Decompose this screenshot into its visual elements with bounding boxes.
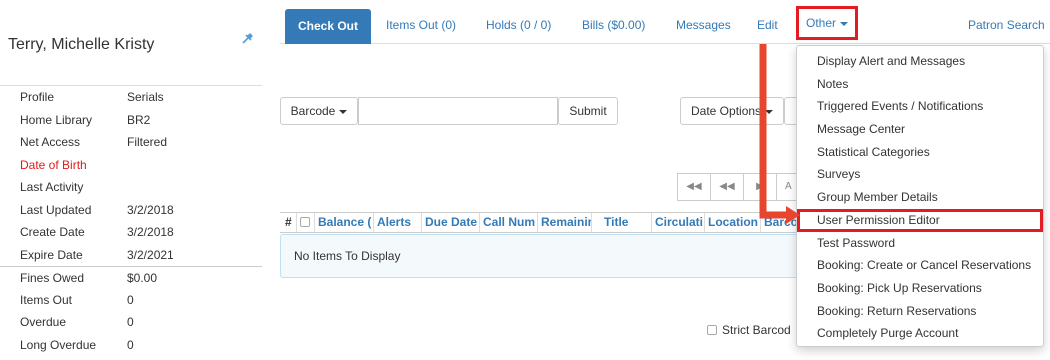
date-options-label: Date Options	[691, 104, 762, 118]
summary-value: $0.00	[127, 271, 158, 285]
next-page-icon[interactable]: ▶	[743, 173, 777, 201]
summary-row-last-activity: Last Activity	[0, 176, 262, 199]
submit-button[interactable]: Submit	[558, 97, 618, 125]
tab-patron-search[interactable]: Patron Search	[968, 9, 1045, 41]
summary-row-create-date: Create Date 3/2/2018	[0, 221, 262, 244]
chevron-down-icon	[840, 21, 849, 26]
chevron-down-icon	[339, 109, 348, 114]
menu-item-notes[interactable]: Notes	[797, 73, 1043, 96]
menu-item-booking-return[interactable]: Booking: Return Reservations	[797, 300, 1043, 323]
summary-label: Profile	[20, 90, 55, 104]
summary-value: Filtered	[127, 135, 168, 149]
summary-value: 3/2/2021	[127, 247, 174, 262]
column-remaining[interactable]: Remainir	[537, 213, 591, 232]
menu-item-test-password[interactable]: Test Password	[797, 232, 1043, 255]
column-circulation[interactable]: Circulati	[651, 213, 704, 232]
summary-value: 0	[127, 292, 134, 307]
summary-label: Items Out	[20, 292, 73, 307]
summary-value: 3/2/2018	[127, 202, 174, 217]
menu-item-booking-create[interactable]: Booking: Create or Cancel Reservations	[797, 254, 1043, 277]
menu-item-statistical-categories[interactable]: Statistical Categories	[797, 141, 1043, 164]
strict-barcode-option[interactable]: Strict Barcod	[707, 323, 791, 337]
chevron-down-icon	[765, 109, 774, 114]
summary-row-home-library: Home Library BR2	[0, 109, 262, 132]
summary-row-profile: Profile Serials	[0, 86, 262, 109]
menu-item-surveys[interactable]: Surveys	[797, 163, 1043, 186]
summary-value: 0	[127, 315, 134, 329]
menu-item-user-permission-editor[interactable]: User Permission Editor	[797, 208, 1043, 232]
summary-row-fines-owed: Fines Owed $0.00	[0, 266, 262, 289]
column-due-date[interactable]: Due Date	[421, 213, 479, 232]
summary-value: 3/2/2018	[127, 225, 174, 239]
previous-page-icon[interactable]: ◀◀	[710, 173, 744, 201]
select-all-checkbox[interactable]	[300, 217, 310, 227]
column-index: #	[285, 215, 292, 229]
column-balance[interactable]: Balance (	[314, 213, 373, 232]
summary-row-last-updated: Last Updated 3/2/2018	[0, 199, 262, 222]
empty-grid-message: No Items To Display	[280, 234, 820, 278]
tab-edit[interactable]: Edit	[757, 9, 778, 41]
tab-items-out[interactable]: Items Out (0)	[386, 9, 456, 41]
menu-item-group-member-details[interactable]: Group Member Details	[797, 186, 1043, 209]
summary-value: Serials	[127, 90, 164, 104]
column-select-all[interactable]	[296, 213, 314, 232]
menu-item-booking-pickup[interactable]: Booking: Pick Up Reservations	[797, 277, 1043, 300]
pin-icon[interactable]	[240, 30, 256, 46]
summary-value: BR2	[127, 112, 151, 127]
summary-value: 0	[127, 337, 134, 352]
menu-item-message-center[interactable]: Message Center	[797, 118, 1043, 141]
items-grid-header: # Balance ( Alerts Due Date Call Num Rem…	[280, 212, 820, 233]
empty-grid-text: No Items To Display	[294, 249, 401, 263]
patron-summary: Profile Serials Home Library BR2 Net Acces…	[0, 85, 262, 356]
summary-row-expire-date: Expire Date 3/2/2021	[0, 244, 262, 267]
summary-label: Long Overdue	[20, 337, 97, 352]
column-location[interactable]: Location	[704, 213, 760, 232]
column-call-number[interactable]: Call Num	[479, 213, 537, 232]
patron-nav-tabs: Check Out Items Out (0) Holds (0 / 0) Bi…	[280, 0, 1050, 44]
column-alerts[interactable]: Alerts	[373, 213, 421, 232]
tab-check-out[interactable]: Check Out	[285, 9, 371, 44]
barcode-input[interactable]	[358, 97, 558, 125]
summary-row-date-of-birth: Date of Birth	[0, 154, 262, 177]
tab-bills[interactable]: Bills ($0.00)	[582, 9, 645, 41]
strict-barcode-label: Strict Barcod	[722, 323, 791, 337]
barcode-type-label: Barcode	[290, 104, 336, 118]
summary-label: Date of Birth	[20, 157, 87, 172]
summary-label: Overdue	[20, 315, 67, 329]
menu-item-display-alert[interactable]: Display Alert and Messages	[797, 50, 1043, 73]
menu-item-triggered-events[interactable]: Triggered Events / Notifications	[797, 95, 1043, 118]
summary-row-net-access: Net Access Filtered	[0, 131, 262, 154]
summary-label: Expire Date	[20, 247, 83, 262]
tab-other[interactable]: Other	[796, 6, 859, 40]
menu-item-purge-account[interactable]: Completely Purge Account	[797, 322, 1043, 345]
other-dropdown-menu: Display Alert and Messages Notes Trigger…	[796, 45, 1044, 347]
tab-other-label: Other	[806, 16, 837, 30]
tab-messages[interactable]: Messages	[676, 9, 731, 41]
summary-label: Net Access	[20, 135, 81, 149]
summary-label: Fines Owed	[20, 271, 85, 285]
summary-row-items-out: Items Out 0	[0, 289, 262, 312]
date-options-dropdown[interactable]: Date Options	[680, 97, 784, 125]
summary-label: Last Updated	[20, 202, 92, 217]
column-title[interactable]: Title	[591, 213, 651, 232]
summary-row-overdue: Overdue 0	[0, 311, 262, 334]
summary-label: Create Date	[20, 225, 85, 239]
tab-holds[interactable]: Holds (0 / 0)	[486, 9, 551, 41]
strict-barcode-checkbox[interactable]	[707, 325, 717, 335]
summary-label: Home Library	[20, 112, 93, 127]
summary-row-long-overdue: Long Overdue 0	[0, 334, 262, 357]
summary-label: Last Activity	[20, 180, 84, 194]
first-page-icon[interactable]: ◀◀	[677, 173, 711, 201]
barcode-type-dropdown[interactable]: Barcode	[280, 97, 358, 125]
patron-name: Terry, Michelle Kristy	[8, 36, 155, 53]
